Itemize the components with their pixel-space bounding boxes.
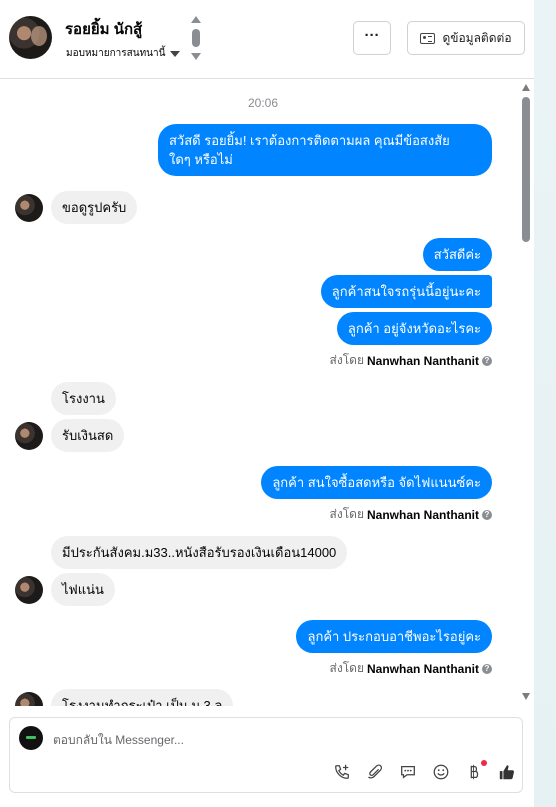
scroll-down-icon[interactable] (522, 693, 530, 700)
contact-avatar[interactable] (9, 16, 52, 59)
chevron-down-icon[interactable] (191, 53, 201, 60)
sender-name: Nanwhan Nanthanit (366, 661, 479, 676)
contact-name[interactable]: รอยยิ้ม นักสู้ (65, 17, 142, 41)
message-thread[interactable]: 20:06 สวัสดี รอยยิ้ม! เราต้องการติดตามผล… (0, 80, 534, 706)
scroll-up-icon[interactable] (522, 84, 530, 91)
composer-toolbar (332, 760, 517, 783)
conversation-nav-arrows[interactable] (190, 16, 202, 62)
outgoing-message[interactable]: ลูกค้า สนใจซื้อสดหรือ จัดไฟแนนซ์คะ (261, 466, 492, 499)
notification-dot (481, 760, 487, 766)
sent-by-label: ส่งโดย Nanwhan Nanthanit ? (330, 659, 492, 678)
incoming-message[interactable]: โรงงาน (51, 382, 116, 415)
nav-scroll-handle (192, 29, 200, 47)
window-edge (534, 0, 556, 807)
contact-card-icon (420, 32, 436, 44)
sent-by-label: ส่งโดย Nanwhan Nanthanit ? (330, 505, 492, 524)
sent-by-label: ส่งโดย Nanwhan Nanthanit ? (330, 351, 492, 370)
incoming-message[interactable]: มีประกันสังคม.ม33..หนังสือรับรองเงินเดือ… (51, 536, 348, 569)
incoming-message[interactable]: โรงงานทำกระเป๋า เป็น ม.3.ล (51, 689, 234, 706)
conversation-header: รอยยิ้ม นักสู้ มอบหมายการสนทนานี้ ··· ดู… (0, 0, 534, 79)
payment-icon[interactable] (464, 760, 487, 782)
reply-composer (9, 717, 523, 793)
sent-by-prefix: ส่งโดย (329, 507, 364, 521)
contact-avatar-small[interactable] (15, 194, 43, 222)
incoming-message[interactable]: ขอดูรูปครับ (51, 191, 138, 224)
help-icon[interactable]: ? (482, 509, 492, 520)
help-icon[interactable]: ? (482, 663, 492, 674)
outgoing-message[interactable]: สวัสดีค่ะ (422, 238, 492, 271)
assign-conversation-dropdown[interactable]: มอบหมายการสนทนานี้ (66, 46, 181, 61)
call-add-icon[interactable] (332, 762, 352, 782)
scrollbar-thumb[interactable] (522, 97, 530, 242)
assign-label: มอบหมายการสนทนานี้ (66, 48, 166, 59)
contact-avatar-small[interactable] (15, 422, 43, 450)
chevron-up-icon[interactable] (191, 16, 201, 23)
outgoing-message[interactable]: ลูกค้าสนใจรถรุ่นนี้อยู่นะคะ (320, 275, 492, 308)
sender-name: Nanwhan Nanthanit (366, 353, 479, 368)
sent-by-prefix: ส่งโดย (329, 353, 364, 367)
caret-down-icon (170, 50, 181, 57)
incoming-message[interactable]: รับเงินสด (51, 419, 125, 452)
outgoing-message[interactable]: ลูกค้า ประกอบอาชีพอะไรอยู่คะ (296, 620, 492, 653)
attach-icon[interactable] (365, 762, 385, 782)
sent-by-prefix: ส่งโดย (329, 661, 364, 675)
view-contact-label: ดูข้อมูลติดต่อ (442, 30, 512, 45)
thumbs-up-icon[interactable] (497, 762, 517, 782)
outgoing-message[interactable]: ลูกค้า อยู่จังหวัดอะไรคะ (336, 312, 492, 345)
view-contact-button[interactable]: ดูข้อมูลติดต่อ (407, 21, 525, 55)
sender-name: Nanwhan Nanthanit (366, 507, 479, 522)
incoming-message[interactable]: ไฟแน่น (51, 573, 115, 606)
messenger-panel: รอยยิ้ม นักสู้ มอบหมายการสนทนานี้ ··· ดู… (0, 0, 534, 807)
emoji-icon[interactable] (431, 762, 451, 782)
more-options-button[interactable]: ··· (353, 21, 391, 55)
help-icon[interactable]: ? (482, 355, 492, 366)
outgoing-message[interactable]: สวัสดี รอยยิ้ม! เราต้องการติดตามผล คุณมี… (158, 124, 492, 176)
contact-avatar-small[interactable] (15, 576, 43, 604)
saved-reply-icon[interactable] (398, 762, 418, 782)
thread-scrollbar[interactable] (521, 84, 531, 702)
reply-input[interactable] (53, 730, 493, 750)
message-line: ใดๆ หรือไม่ (169, 152, 233, 167)
contact-avatar-small[interactable] (15, 692, 43, 706)
message-line: สวัสดี รอยยิ้ม! เราต้องการติดตามผล คุณมี… (169, 133, 450, 148)
message-timestamp: 20:06 (247, 96, 279, 110)
page-avatar (19, 726, 43, 750)
